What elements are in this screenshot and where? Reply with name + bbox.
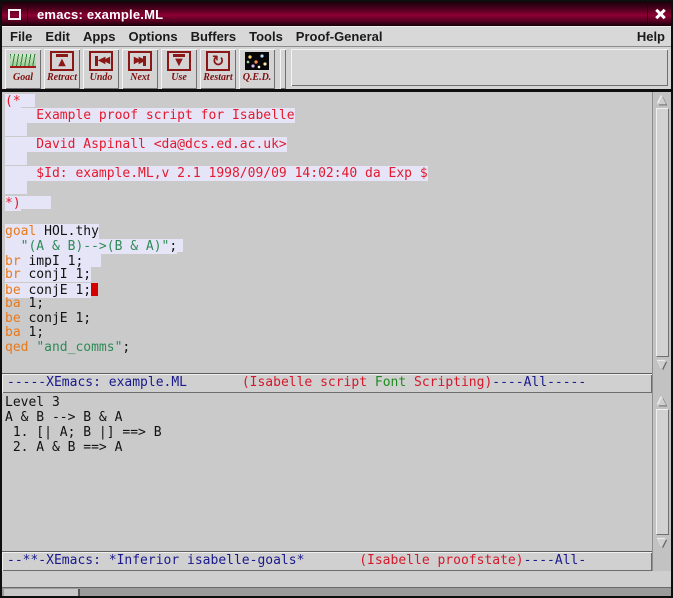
goal-script-icon [11, 51, 35, 71]
goals-line: 2. A & B ==> A [5, 440, 652, 455]
next-button[interactable]: ▶▶ Next [122, 49, 158, 89]
script-scrollbar-thumb[interactable] [656, 108, 669, 357]
use-insert-down-icon: ▼ [167, 51, 191, 71]
undo-button[interactable]: ◀◀ Undo [83, 49, 119, 89]
script-line: goal HOL.thy [5, 225, 652, 240]
script-line: be conjE 1; [5, 283, 652, 298]
script-line [5, 181, 652, 196]
window-menu-button[interactable] [2, 2, 28, 26]
modeline-segment: (Isabelle script [242, 375, 375, 390]
script-line: br impI 1; [5, 254, 652, 269]
restart-button[interactable]: ↻ Restart [200, 49, 236, 89]
script-line: $Id: example.ML,v 2.1 1998/09/09 14:02:4… [5, 167, 652, 182]
script-buffer[interactable]: (* Example proof script for Isabelle Dav… [2, 92, 652, 373]
script-line: be conjE 1; [5, 312, 652, 327]
menubar: File Edit Apps Options Buffers Tools Pro… [2, 26, 671, 47]
goals-line: 1. [| A; B |] ==> B [5, 425, 652, 440]
goals-modeline: --**-XEmacs: *Inferior isabelle-goals* (… [2, 551, 652, 571]
retract-button[interactable]: ▲ Retract [44, 49, 80, 89]
script-line: Example proof script for Isabelle [5, 109, 652, 124]
qed-button-label: Q.E.D. [243, 72, 272, 83]
minibuffer[interactable] [2, 571, 671, 587]
use-button-label: Use [171, 72, 187, 83]
window-title: emacs: example.ML [28, 2, 647, 26]
menu-tools[interactable]: Tools [249, 29, 283, 44]
goals-line: Level 3 [5, 395, 652, 410]
script-line: br conjI 1; [5, 268, 652, 283]
menu-apps[interactable]: Apps [83, 29, 116, 44]
restart-button-label: Restart [203, 72, 232, 83]
goal-button[interactable]: Goal [5, 49, 41, 89]
next-fastforward-icon: ▶▶ [128, 51, 152, 71]
undo-rewind-icon: ◀◀ [89, 51, 113, 71]
script-line: "(A & B)-->(B & A)"; [5, 239, 652, 254]
horizontal-scrollbar-thumb[interactable] [4, 589, 80, 596]
goals-buffer[interactable]: Level 3A & B --> B & A 1. [| A; B |] ==>… [2, 393, 652, 551]
menu-help[interactable]: Help [637, 29, 665, 44]
close-button[interactable] [647, 2, 671, 26]
script-line: David Aspinall <da@dcs.ed.ac.uk> [5, 138, 652, 153]
script-line: ba 1; [5, 326, 652, 341]
scroll-down-icon[interactable]: ▼ [658, 536, 666, 550]
modeline-segment: --**-XEmacs: *Inferior isabelle-goals* [7, 553, 359, 568]
modeline-segment: Scripting) [406, 375, 492, 390]
xemacs-window: emacs: example.ML File Edit Apps Options… [0, 0, 673, 598]
script-modeline: -----XEmacs: example.ML (Isabelle script… [2, 373, 652, 393]
undo-button-label: Undo [90, 72, 113, 83]
retract-eject-up-icon: ▲ [50, 51, 74, 71]
restart-cycle-icon: ↻ [206, 51, 230, 71]
modeline-segment: Font [375, 375, 406, 390]
goals-line: A & B --> B & A [5, 410, 652, 425]
modeline-gap [652, 373, 671, 393]
goals-scrollbar-thumb[interactable] [656, 409, 669, 535]
script-line: qed "and_comms"; [5, 341, 652, 356]
script-line [5, 152, 652, 167]
qed-button[interactable]: Q.E.D. [239, 49, 275, 89]
qed-fireworks-icon [245, 51, 269, 71]
modeline-segment: (Isabelle proofstate) [359, 553, 523, 568]
toolbar-separator [280, 49, 286, 89]
script-line: ba 1; [5, 297, 652, 312]
goals-scrollbar[interactable]: ▲ ▼ [652, 393, 671, 551]
script-line: *) [5, 196, 652, 211]
close-icon [654, 8, 666, 20]
menu-buffers[interactable]: Buffers [191, 29, 237, 44]
window-menu-icon [8, 9, 21, 20]
modeline-gap [652, 551, 671, 571]
horizontal-scrollbar[interactable] [2, 587, 671, 596]
scroll-up-icon[interactable]: ▲ [658, 394, 666, 408]
next-button-label: Next [130, 72, 149, 83]
script-line: (* [5, 94, 652, 109]
toolbar: Goal ▲ Retract ◀◀ Undo ▶▶ Next ▼ Use [2, 47, 671, 92]
modeline-segment: -----XEmacs: example.ML [7, 375, 242, 390]
script-line [5, 123, 652, 138]
toolbar-filler [291, 49, 668, 86]
titlebar[interactable]: emacs: example.ML [2, 2, 671, 26]
goal-button-label: Goal [13, 72, 33, 83]
retract-button-label: Retract [47, 72, 77, 83]
menu-proof-general[interactable]: Proof-General [296, 29, 383, 44]
menu-options[interactable]: Options [128, 29, 177, 44]
menu-edit[interactable]: Edit [45, 29, 70, 44]
modeline-segment: ----All- [524, 553, 587, 568]
text-cursor [91, 283, 98, 296]
modeline-segment: ----All----- [492, 375, 586, 390]
menu-file[interactable]: File [10, 29, 32, 44]
script-line [5, 210, 652, 225]
scroll-down-icon[interactable]: ▼ [658, 358, 666, 372]
script-scrollbar[interactable]: ▲ ▼ [652, 92, 671, 373]
scroll-up-icon[interactable]: ▲ [658, 93, 666, 107]
use-button[interactable]: ▼ Use [161, 49, 197, 89]
